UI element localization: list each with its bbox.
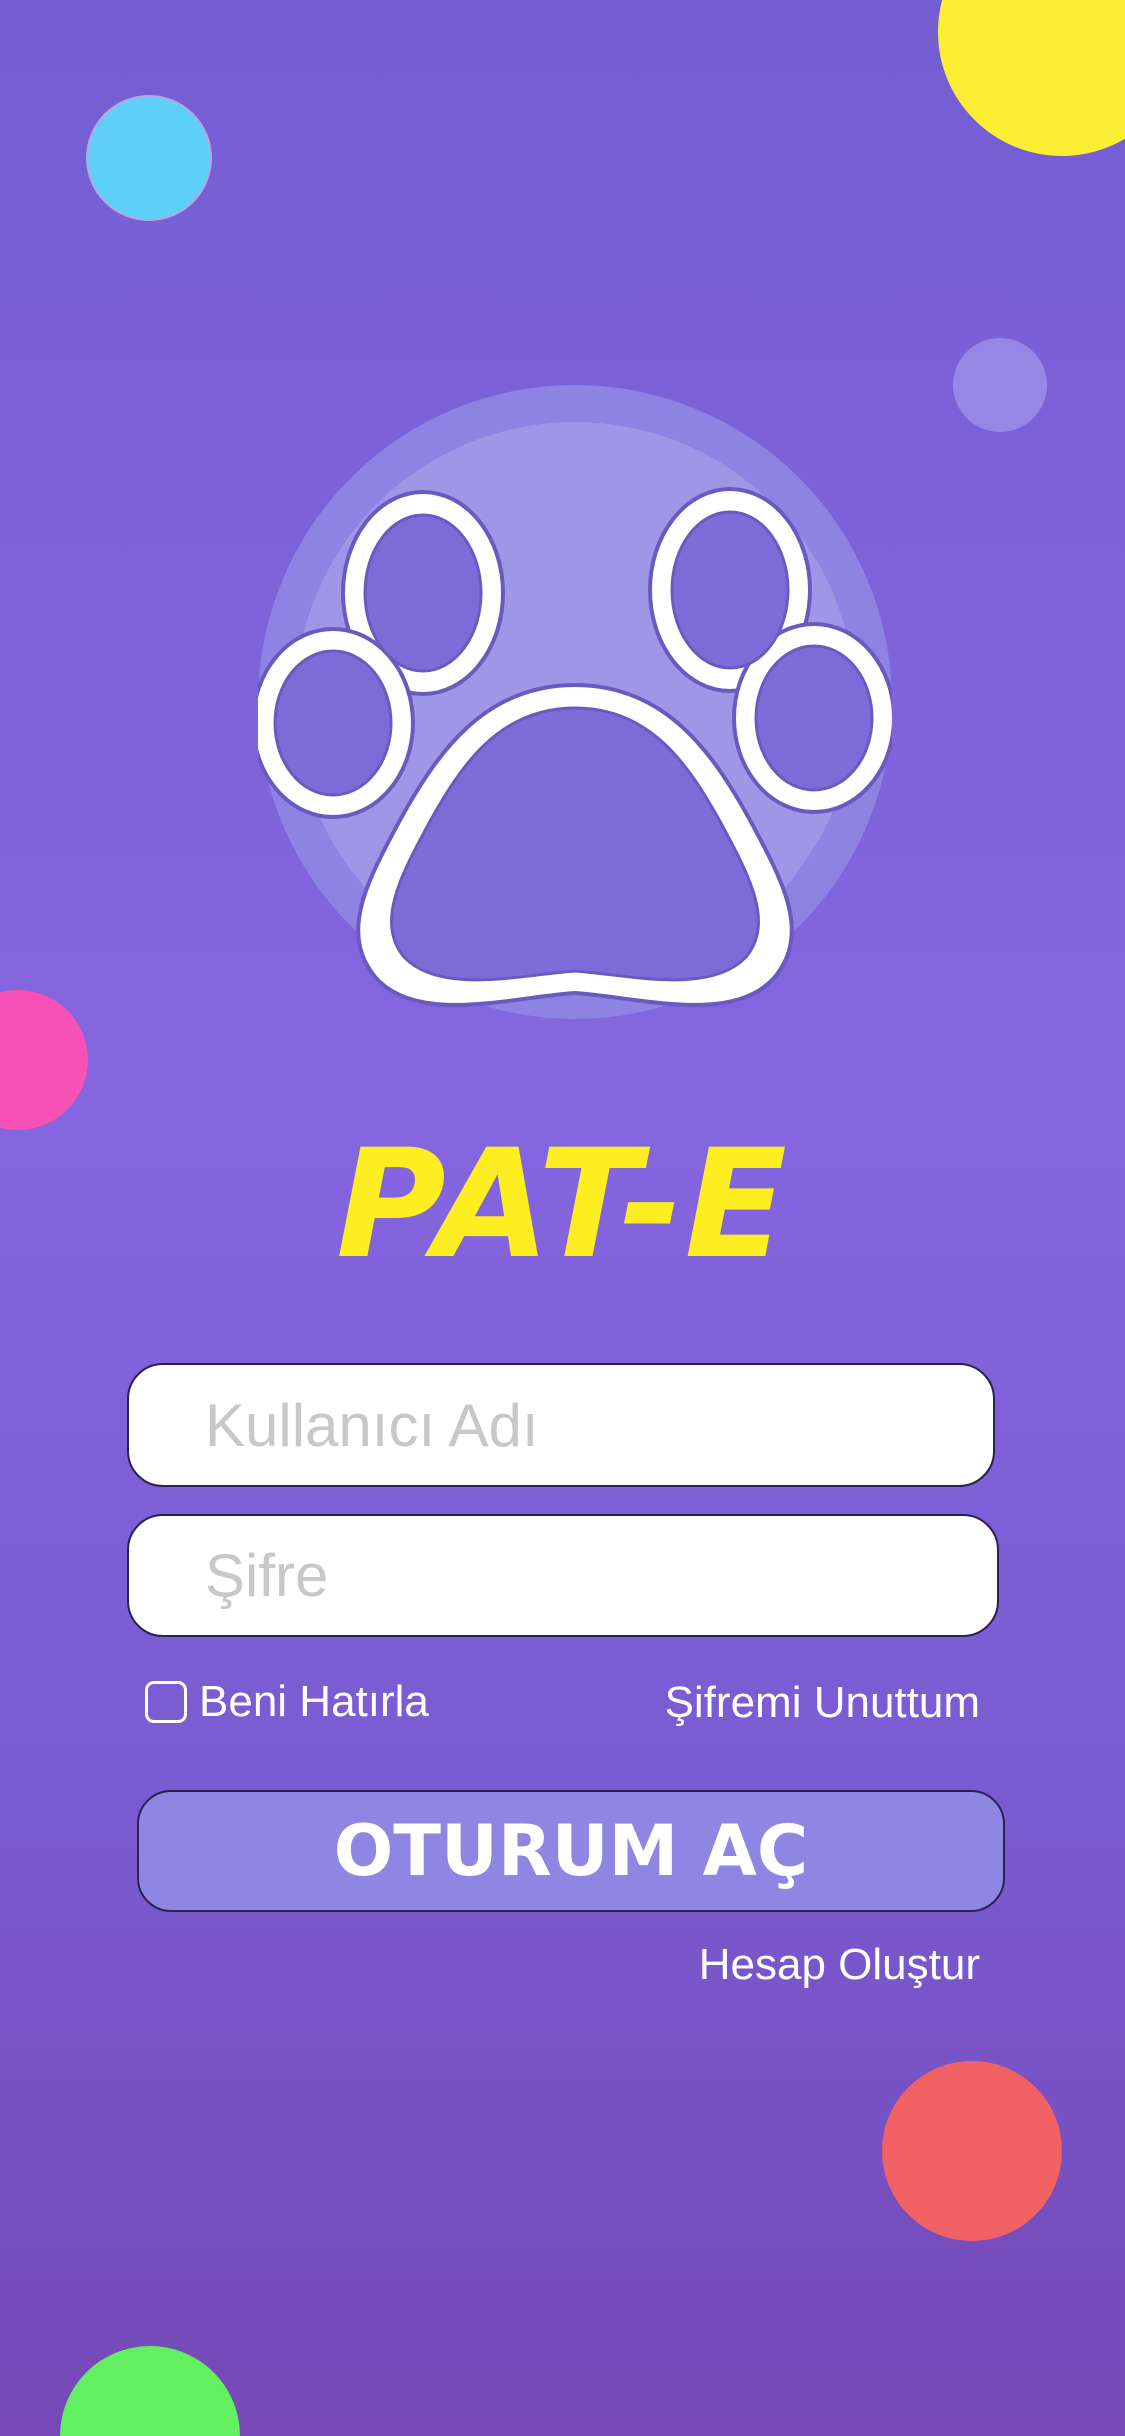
decor-circle-pink	[0, 990, 88, 1130]
decor-circle-coral	[882, 2061, 1062, 2241]
paw-icon	[258, 385, 892, 1019]
decor-circle-blue	[88, 97, 210, 219]
login-button[interactable]: OTURUM AÇ	[137, 1790, 1005, 1912]
decor-circle-lavender	[953, 338, 1047, 432]
decor-circle-yellow	[938, 0, 1125, 156]
password-input[interactable]	[129, 1516, 997, 1635]
remember-label[interactable]: Beni Hatırla	[199, 1677, 429, 1727]
login-screen: PAT-E Beni Hatırla Şifremi Unuttum OTURU…	[0, 0, 1125, 2436]
create-account-link[interactable]: Hesap Oluştur	[699, 1940, 980, 1990]
remember-checkbox[interactable]	[145, 1681, 187, 1723]
forgot-password-link[interactable]: Şifremi Unuttum	[665, 1678, 980, 1728]
username-input[interactable]	[129, 1365, 993, 1485]
remember-me[interactable]: Beni Hatırla	[145, 1674, 429, 1730]
paw-logo	[258, 385, 892, 1019]
password-field-container	[127, 1514, 999, 1637]
app-title: PAT-E	[336, 1118, 789, 1292]
decor-circle-green	[60, 2346, 240, 2436]
username-field-container	[127, 1363, 995, 1487]
